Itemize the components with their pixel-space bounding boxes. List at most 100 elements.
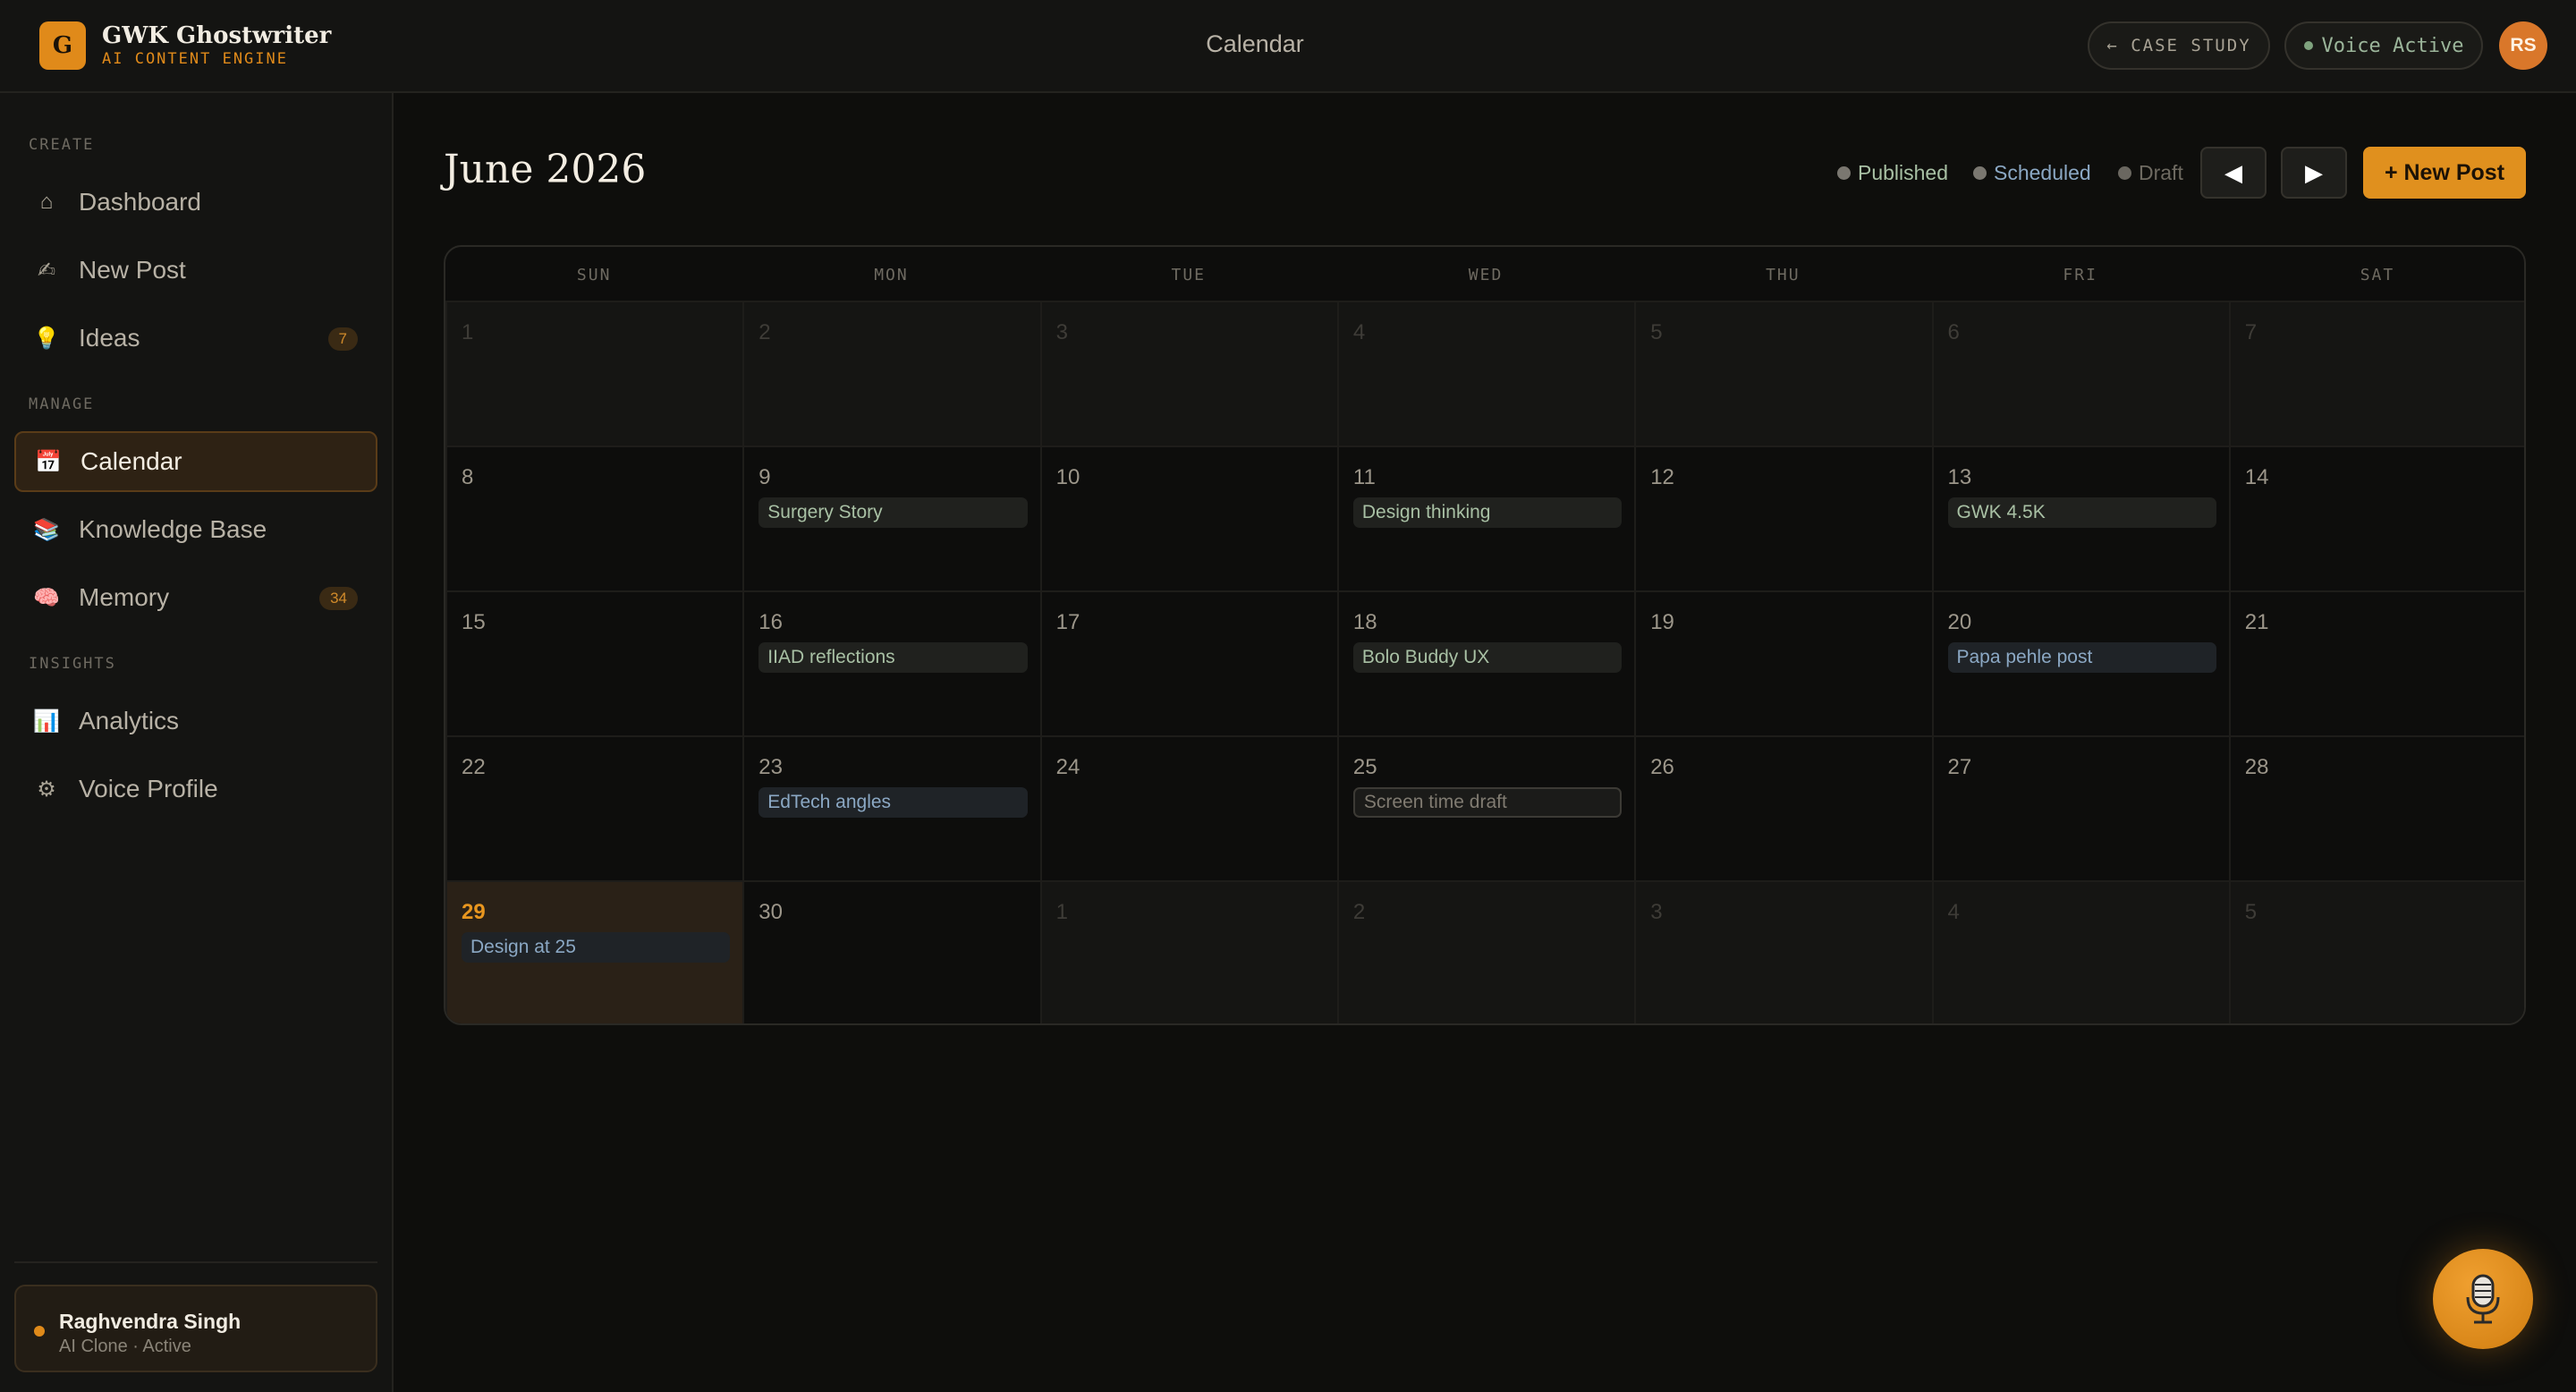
sidebar-item-label: Calendar [80,447,182,475]
calendar-post-published[interactable]: Surgery Story [758,497,1028,528]
day-number: 4 [1947,900,1960,924]
sidebar-item-calendar[interactable]: 📅 Calendar [14,431,377,492]
memory-count-badge: 34 [319,587,358,610]
brain-icon: 🧠 [33,585,60,610]
sidebar-item-label: Memory [79,583,170,611]
sidebar-item-memory[interactable]: 🧠 Memory 34 [14,567,377,628]
calendar-day[interactable]: 9 Surgery Story [742,446,1042,592]
calendar-day[interactable]: 5 [1634,301,1934,447]
calendar-day[interactable]: 3 [1634,880,1934,1023]
voice-status-pill[interactable]: Voice Active [2284,21,2483,70]
calendar-post-published[interactable]: Bolo Buddy UX [1352,642,1623,673]
voice-status-label: Voice Active [2321,34,2464,57]
calendar-day[interactable]: 28 [2228,735,2524,882]
calendar-day[interactable]: 30 [742,880,1042,1023]
calendar-day[interactable]: 2 [1336,880,1637,1023]
calendar-day[interactable]: 18 Bolo Buddy UX [1336,590,1637,737]
day-number: 14 [2244,465,2269,489]
calendar-day[interactable]: 16 IIAD reflections [742,590,1042,737]
calendar-post-scheduled[interactable]: Papa pehle post [1947,642,2216,673]
calendar-day[interactable]: 20 Papa pehle post [1931,590,2231,737]
day-number: 9 [758,465,771,489]
calendar-grid: SUN MON TUE WED THU FRI SAT 1 2 3 4 5 6 7 8 9 Surgery St… [444,245,2526,1025]
user-status-dot [34,1326,45,1337]
calendar-post-scheduled[interactable]: Design at 25 [462,932,731,963]
chevron-right-icon: ▶ [2305,158,2323,186]
sidebar-item-ideas[interactable]: 💡 Ideas 7 [14,308,377,369]
bar-chart-icon: 📊 [33,709,60,734]
legend-label: Draft [2139,161,2183,184]
day-number: 3 [1055,320,1068,344]
legend-scheduled: Scheduled [1973,161,2091,185]
sidebar-item-label: Knowledge Base [79,515,267,543]
calendar-day[interactable]: 22 [445,735,745,882]
calendar-day[interactable]: 4 [1336,301,1637,447]
calendar-day[interactable]: 21 [2228,590,2524,737]
weekday-header: SUN [576,265,612,284]
calendar-post-published[interactable]: GWK 4.5K [1947,497,2216,528]
day-number: 5 [2244,900,2258,924]
calendar-day[interactable]: 15 [445,590,745,737]
sidebar-item-analytics[interactable]: 📊 Analytics [14,691,377,751]
day-number: 28 [2244,755,2269,779]
calendar-day[interactable]: 27 [1931,735,2231,882]
day-number: 16 [758,610,783,634]
day-number: 19 [1650,610,1674,634]
app-subtitle: AI CONTENT ENGINE [102,50,288,68]
calendar-icon: 📅 [35,449,62,474]
legend-dot [1837,166,1851,180]
section-label-create: CREATE [29,136,95,154]
sidebar-item-label: New Post [79,256,186,284]
legend-label: Scheduled [1994,161,2091,184]
calendar-day[interactable]: 24 [1039,735,1339,882]
calendar-day[interactable]: 13 GWK 4.5K [1931,446,2231,592]
voice-record-button[interactable] [2433,1249,2533,1349]
day-number: 2 [1352,900,1366,924]
day-number: 30 [758,900,783,924]
sidebar-item-new-post[interactable]: ✍ New Post [14,240,377,301]
calendar-post-draft[interactable]: Screen time draft [1352,787,1623,818]
legend-label: Published [1858,161,1949,184]
prev-month-button[interactable]: ◀ [2200,147,2267,199]
legend-dot [1973,166,1987,180]
sidebar-item-dashboard[interactable]: ⌂ Dashboard [14,172,377,233]
calendar-day-today[interactable]: 29 Design at 25 [445,880,745,1023]
calendar-day[interactable]: 6 [1931,301,2231,447]
calendar-day[interactable]: 10 [1039,446,1339,592]
user-card[interactable]: Raghvendra Singh AI Clone · Active [14,1285,377,1372]
calendar-post-scheduled[interactable]: EdTech angles [758,787,1028,818]
sidebar-item-voice-profile[interactable]: ⚙ Voice Profile [14,759,377,819]
sidebar-item-knowledge-base[interactable]: 📚 Knowledge Base [14,499,377,560]
calendar-day[interactable]: 11 Design thinking [1336,446,1637,592]
calendar-day[interactable]: 2 [742,301,1042,447]
legend-published: Published [1837,161,1948,185]
calendar-day[interactable]: 17 [1039,590,1339,737]
app-logo[interactable]: G [39,21,86,70]
calendar-post-published[interactable]: Design thinking [1352,497,1623,528]
weekday-header: FRI [2063,265,2097,284]
calendar-day[interactable]: 5 [2228,880,2524,1023]
top-bar: G GWK Ghostwriter AI CONTENT ENGINE Cale… [0,0,2576,93]
calendar-day[interactable]: 26 [1634,735,1934,882]
calendar-day[interactable]: 1 [445,301,745,447]
calendar-day[interactable]: 4 [1931,880,2231,1023]
books-icon: 📚 [33,517,60,542]
calendar-day[interactable]: 8 [445,446,745,592]
calendar-day[interactable]: 14 [2228,446,2524,592]
new-post-button[interactable]: + New Post [2363,147,2526,199]
day-number: 21 [2244,610,2269,634]
calendar-post-published[interactable]: IIAD reflections [758,642,1028,673]
next-month-button[interactable]: ▶ [2281,147,2347,199]
user-avatar[interactable]: RS [2499,21,2547,70]
lightbulb-icon: 💡 [33,326,60,351]
calendar-day[interactable]: 7 [2228,301,2524,447]
calendar-day[interactable]: 3 [1039,301,1339,447]
calendar-day[interactable]: 25 Screen time draft [1336,735,1637,882]
calendar-day[interactable]: 1 [1039,880,1339,1023]
calendar-day[interactable]: 23 EdTech angles [742,735,1042,882]
section-label-insights: INSIGHTS [29,655,116,673]
case-study-button[interactable]: ← CASE STUDY [2088,21,2270,70]
ideas-count-badge: 7 [327,327,358,351]
calendar-day[interactable]: 19 [1634,590,1934,737]
calendar-day[interactable]: 12 [1634,446,1934,592]
